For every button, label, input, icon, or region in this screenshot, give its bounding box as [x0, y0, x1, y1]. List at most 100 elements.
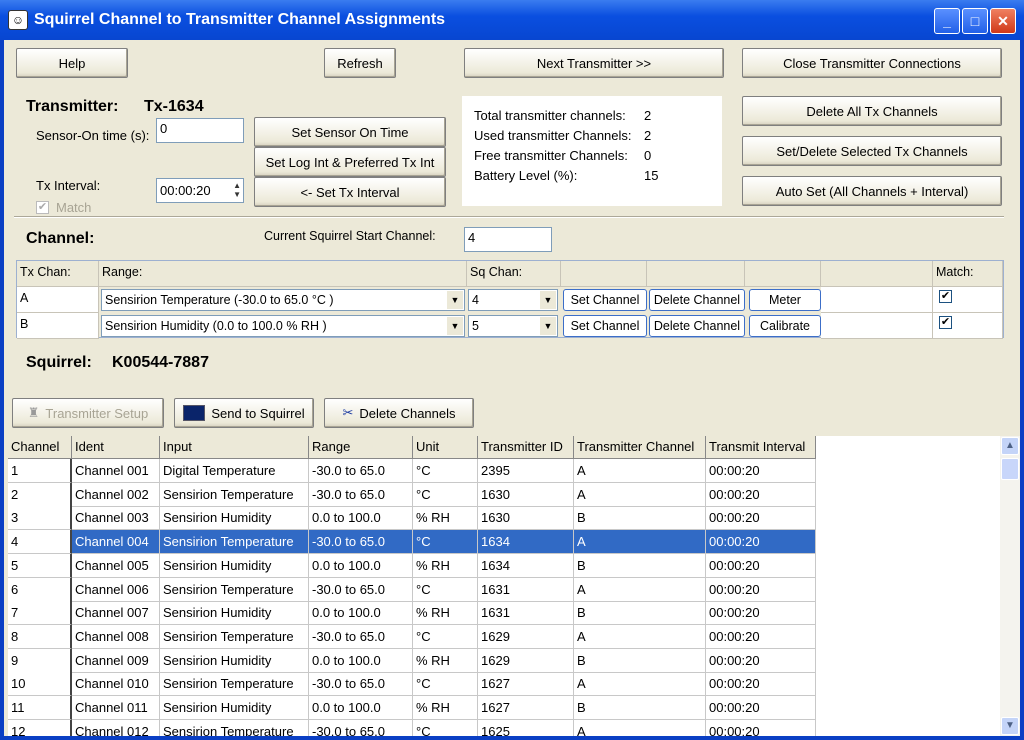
- grid-header: [821, 261, 933, 287]
- table-cell: B: [574, 696, 706, 720]
- table-cell: Sensirion Temperature: [160, 530, 309, 555]
- start-channel-label: Current Squirrel Start Channel:: [264, 229, 436, 243]
- vertical-scrollbar[interactable]: ▲ ▼: [1000, 436, 1020, 736]
- title-bar[interactable]: ☺ Squirrel Channel to Transmitter Channe…: [0, 0, 1024, 40]
- auto-set-button[interactable]: Auto Set (All Channels + Interval): [742, 176, 1002, 206]
- chevron-down-icon[interactable]: ▼: [540, 291, 556, 309]
- set-channel-button[interactable]: Set Channel: [563, 315, 647, 337]
- close-transmitter-connections-button[interactable]: Close Transmitter Connections: [742, 48, 1002, 78]
- column-header[interactable]: Channel: [8, 436, 72, 459]
- match-checkbox[interactable]: ✔: [36, 201, 49, 214]
- tx-interval-value: 00:00:20: [160, 183, 211, 198]
- table-cell: 8: [8, 624, 72, 649]
- maximize-button[interactable]: □: [962, 8, 988, 34]
- stat-label: Battery Level (%):: [474, 168, 578, 183]
- table-cell: 0.0 to 100.0: [309, 696, 413, 720]
- next-transmitter-button[interactable]: Next Transmitter >>: [464, 48, 724, 78]
- table-cell: 4: [8, 530, 72, 555]
- table-cell: Sensirion Humidity: [160, 506, 309, 531]
- transmitter-setup-label: Transmitter Setup: [45, 405, 149, 421]
- table-cell: 00:00:20: [706, 601, 816, 626]
- column-header[interactable]: Transmitter ID: [478, 436, 574, 459]
- stat-label: Used transmitter Channels:: [474, 128, 632, 143]
- chevron-down-icon[interactable]: ▼: [447, 291, 463, 309]
- table-cell: 0.0 to 100.0: [309, 506, 413, 531]
- sensor-on-input[interactable]: 0: [156, 118, 244, 143]
- delete-channels-button[interactable]: ✂ Delete Channels: [324, 398, 474, 428]
- stat-value: 2: [644, 128, 652, 143]
- table-cell: -30.0 to 65.0: [309, 530, 413, 555]
- set-delete-selected-button[interactable]: Set/Delete Selected Tx Channels: [742, 136, 1002, 166]
- chevron-down-icon[interactable]: ▼: [540, 317, 556, 335]
- minimize-button[interactable]: _: [934, 8, 960, 34]
- table-cell: 00:00:20: [706, 696, 816, 720]
- column-header[interactable]: Transmitter Channel: [574, 436, 706, 459]
- delete-channels-label: Delete Channels: [359, 405, 456, 421]
- table-cell: A: [574, 530, 706, 555]
- grid-header: [561, 261, 647, 287]
- table-cell: 1634: [478, 553, 574, 578]
- table-cell: -30.0 to 65.0: [309, 577, 413, 602]
- column-header[interactable]: Input: [160, 436, 309, 459]
- sq-chan-value: 5: [472, 319, 479, 333]
- range-dropdown[interactable]: Sensirion Humidity (0.0 to 100.0 % RH ) ▼: [101, 315, 465, 337]
- tx-interval-spinner[interactable]: 00:00:20 ▲ ▼: [156, 178, 244, 203]
- scroll-thumb[interactable]: [1001, 458, 1019, 480]
- table-cell: Sensirion Temperature: [160, 672, 309, 697]
- tx-chan-cell: B: [17, 313, 99, 339]
- close-button[interactable]: ✕: [990, 8, 1016, 34]
- set-tx-interval-button[interactable]: <- Set Tx Interval: [254, 177, 446, 207]
- tx-chan-cell: A: [17, 287, 99, 313]
- channel-label: Channel:: [26, 230, 95, 247]
- scroll-up-icon[interactable]: ▲: [1001, 437, 1019, 455]
- column-header[interactable]: Range: [309, 436, 413, 459]
- table-cell: A: [574, 482, 706, 507]
- spin-arrows-icon[interactable]: ▲ ▼: [233, 181, 241, 199]
- stat-value: 0: [644, 148, 652, 163]
- table-cell: 1629: [478, 648, 574, 673]
- match-checkbox[interactable]: ✔: [939, 316, 952, 329]
- delete-channel-button[interactable]: Delete Channel: [649, 289, 745, 311]
- send-to-squirrel-button[interactable]: Send to Squirrel: [174, 398, 314, 428]
- calibrate-button[interactable]: Calibrate: [749, 315, 821, 337]
- delete-channel-button[interactable]: Delete Channel: [649, 315, 745, 337]
- transmitter-icon: ♜: [27, 405, 40, 420]
- chevron-down-icon[interactable]: ▼: [447, 317, 463, 335]
- grid-header: [647, 261, 745, 287]
- meter-button[interactable]: Meter: [749, 289, 821, 311]
- range-dropdown[interactable]: Sensirion Temperature (-30.0 to 65.0 °C …: [101, 289, 465, 311]
- set-sensor-on-time-button[interactable]: Set Sensor On Time: [254, 117, 446, 147]
- help-button[interactable]: Help: [16, 48, 128, 78]
- table-cell: 00:00:20: [706, 553, 816, 578]
- table-cell: 1631: [478, 601, 574, 626]
- set-log-int-button[interactable]: Set Log Int & Preferred Tx Int: [254, 147, 446, 177]
- transmitter-setup-button[interactable]: ♜ Transmitter Setup: [12, 398, 164, 428]
- set-channel-button[interactable]: Set Channel: [563, 289, 647, 311]
- table-cell: 9: [8, 648, 72, 673]
- refresh-button[interactable]: Refresh: [324, 48, 396, 78]
- table-cell: % RH: [413, 696, 478, 720]
- range-value: Sensirion Humidity (0.0 to 100.0 % RH ): [105, 319, 327, 333]
- table-cell: 10: [8, 672, 72, 697]
- table-cell: B: [574, 553, 706, 578]
- table-cell: 12: [8, 719, 72, 736]
- delete-all-tx-channels-button[interactable]: Delete All Tx Channels: [742, 96, 1002, 126]
- sq-chan-dropdown[interactable]: 4 ▼: [468, 289, 558, 311]
- table-cell: -30.0 to 65.0: [309, 482, 413, 507]
- column-header[interactable]: Transmit Interval: [706, 436, 816, 459]
- table-cell: -30.0 to 65.0: [309, 672, 413, 697]
- match-checkbox[interactable]: ✔: [939, 290, 952, 303]
- start-channel-input[interactable]: 4: [464, 227, 552, 252]
- table-cell: Channel 008: [72, 624, 160, 649]
- sq-chan-dropdown[interactable]: 5 ▼: [468, 315, 558, 337]
- send-icon: [183, 405, 206, 421]
- table-cell: Channel 011: [72, 696, 160, 720]
- table-cell: 2395: [478, 459, 574, 483]
- stat-value: 2: [644, 108, 652, 123]
- table-cell: 00:00:20: [706, 530, 816, 555]
- column-header[interactable]: Ident: [72, 436, 160, 459]
- scroll-down-icon[interactable]: ▼: [1001, 717, 1019, 735]
- empty-cell: [821, 313, 933, 339]
- table-cell: 0.0 to 100.0: [309, 553, 413, 578]
- column-header[interactable]: Unit: [413, 436, 478, 459]
